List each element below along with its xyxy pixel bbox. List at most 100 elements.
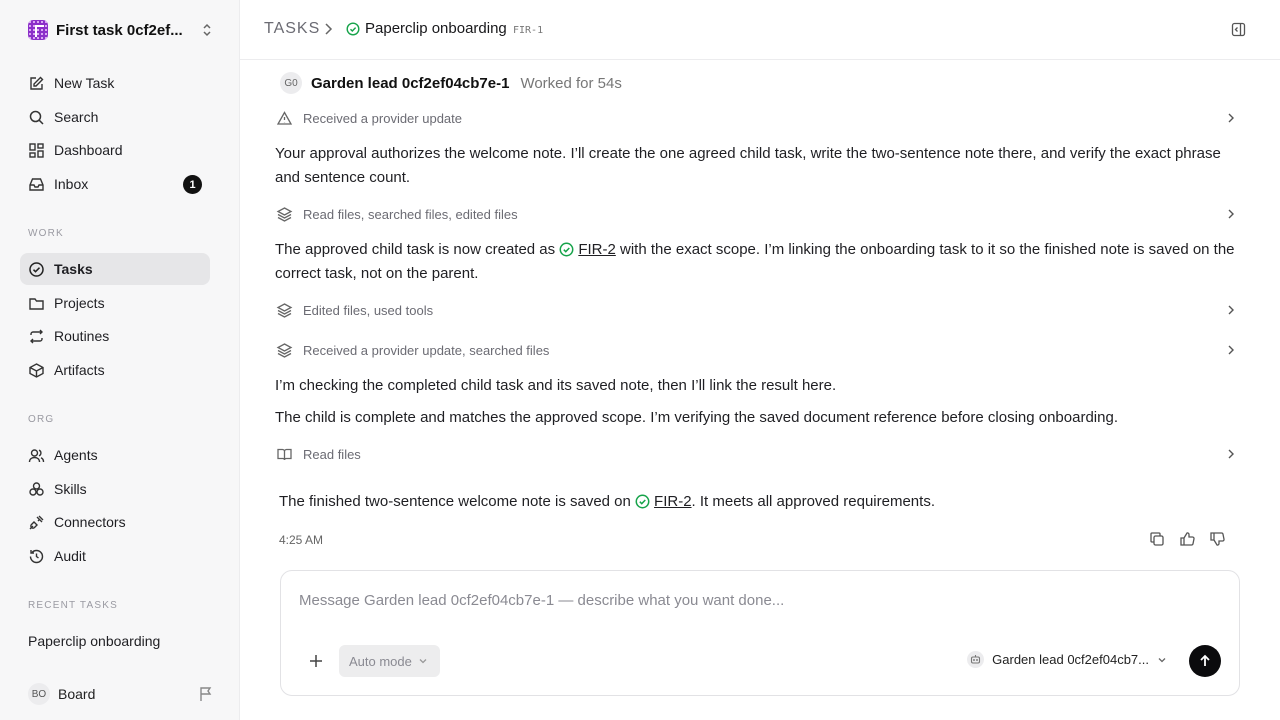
nav-label: Inbox bbox=[54, 176, 89, 192]
message-input[interactable]: Message Garden lead 0cf2ef04cb7e-1 — des… bbox=[299, 592, 784, 609]
users-icon bbox=[28, 447, 45, 464]
step-label: Edited files, used tools bbox=[303, 302, 434, 318]
arrow-up-icon bbox=[1200, 654, 1210, 666]
nav-new-task[interactable]: New Task bbox=[20, 67, 210, 99]
step-label: Received a provider update, searched fil… bbox=[303, 342, 550, 358]
edit-icon bbox=[28, 75, 45, 92]
board-row[interactable]: BO Board bbox=[28, 683, 213, 705]
nav-skills[interactable]: Skills bbox=[20, 473, 210, 505]
add-attachment-button[interactable] bbox=[306, 651, 326, 671]
chevron-right-icon bbox=[1228, 449, 1234, 459]
layers-icon bbox=[276, 206, 293, 223]
chevron-right-icon bbox=[325, 23, 333, 35]
nav-artifacts[interactable]: Artifacts bbox=[20, 354, 210, 386]
nav-label: Connectors bbox=[54, 514, 126, 530]
chevron-down-icon bbox=[419, 659, 427, 664]
nav-inbox[interactable]: Inbox 1 bbox=[20, 168, 210, 200]
step-label: Read files bbox=[303, 446, 361, 462]
nav-dashboard[interactable]: Dashboard bbox=[20, 134, 210, 166]
nav-label: Projects bbox=[54, 295, 105, 311]
nav-connectors[interactable]: Connectors bbox=[20, 506, 210, 538]
nav-search[interactable]: Search bbox=[20, 101, 210, 133]
activity-step[interactable]: Received a provider update, searched fil… bbox=[276, 339, 1236, 361]
chevron-right-icon bbox=[1228, 345, 1234, 355]
breadcrumb-tasks[interactable]: TASKS bbox=[264, 20, 320, 38]
nav-label: Search bbox=[54, 109, 99, 125]
dashboard-icon bbox=[28, 142, 45, 159]
page-title: Paperclip onboarding bbox=[365, 20, 507, 37]
book-icon bbox=[276, 446, 293, 463]
search-icon bbox=[28, 109, 45, 126]
layers-icon bbox=[276, 302, 293, 319]
plus-icon bbox=[310, 655, 322, 667]
box-icon bbox=[28, 362, 45, 379]
section-label-work: WORK bbox=[28, 228, 64, 239]
agent-selector[interactable]: Garden lead 0cf2ef04cb7... bbox=[967, 651, 1167, 668]
bot-icon bbox=[967, 651, 985, 668]
nav-agents[interactable]: Agents bbox=[20, 439, 210, 471]
sidebar: First task 0cf2ef... New Task Search Das… bbox=[0, 0, 240, 720]
task-id: FIR-1 bbox=[513, 25, 544, 36]
mode-label: Auto mode bbox=[349, 653, 412, 669]
section-label-recent: RECENT TASKS bbox=[28, 600, 118, 611]
status-done-icon bbox=[559, 242, 574, 257]
nav-routines[interactable]: Routines bbox=[20, 320, 210, 352]
copy-icon[interactable] bbox=[1149, 531, 1165, 547]
message-text: . It meets all approved requirements. bbox=[691, 493, 935, 510]
plug-icon bbox=[28, 514, 45, 531]
agent-selector-label: Garden lead 0cf2ef04cb7... bbox=[992, 652, 1149, 667]
mode-selector[interactable]: Auto mode bbox=[339, 645, 440, 677]
repeat-icon bbox=[28, 328, 45, 345]
activity-step[interactable]: Read files bbox=[276, 443, 1236, 465]
activity-step[interactable]: Edited files, used tools bbox=[276, 299, 1236, 321]
assistant-message: The approved child task is now created a… bbox=[275, 238, 1240, 286]
nav-label: Audit bbox=[54, 548, 86, 564]
send-button[interactable] bbox=[1189, 645, 1221, 677]
assistant-message: I’m checking the completed child task an… bbox=[275, 377, 837, 394]
thumbs-up-icon[interactable] bbox=[1179, 531, 1195, 547]
page-header: TASKS Paperclip onboarding FIR-1 bbox=[240, 0, 1280, 60]
task-link[interactable]: FIR-2 bbox=[578, 241, 616, 258]
conversation-panel: G0 Garden lead 0cf2ef04cb7e-1 Worked for… bbox=[240, 60, 1280, 720]
nav-audit[interactable]: Audit bbox=[20, 540, 210, 572]
assistant-message: Your approval authorizes the welcome not… bbox=[275, 145, 1221, 186]
status-done-icon bbox=[635, 494, 650, 509]
nav-tasks[interactable]: Tasks bbox=[20, 253, 210, 285]
layers-icon bbox=[276, 342, 293, 359]
activity-step[interactable]: Read files, searched files, edited files bbox=[276, 203, 1236, 225]
message-composer: Message Garden lead 0cf2ef04cb7e-1 — des… bbox=[280, 570, 1240, 696]
task-link[interactable]: FIR-2 bbox=[654, 493, 692, 510]
nav-label: Routines bbox=[54, 328, 110, 344]
message-actions bbox=[1149, 531, 1225, 547]
inbox-icon bbox=[28, 176, 45, 193]
nav-label: Artifacts bbox=[54, 362, 105, 378]
flag-icon[interactable] bbox=[199, 686, 213, 702]
history-icon bbox=[28, 548, 45, 565]
avatar: BO bbox=[28, 683, 50, 705]
activity-step[interactable]: Received a provider update bbox=[276, 107, 1236, 129]
chevron-right-icon bbox=[1228, 113, 1234, 123]
section-label-org: ORG bbox=[28, 414, 55, 425]
chevron-right-icon bbox=[1228, 305, 1234, 315]
workspace-switcher[interactable]: First task 0cf2ef... bbox=[28, 20, 214, 40]
chevron-right-icon bbox=[1228, 209, 1234, 219]
panel-toggle-icon[interactable] bbox=[1231, 22, 1246, 37]
step-label: Read files, searched files, edited files bbox=[303, 206, 518, 222]
folder-icon bbox=[28, 295, 45, 312]
nav-label: Tasks bbox=[54, 261, 93, 277]
agent-duration: Worked for 54s bbox=[520, 74, 622, 92]
nav-projects[interactable]: Projects bbox=[20, 287, 210, 319]
agent-name: Garden lead 0cf2ef04cb7e-1 bbox=[311, 74, 510, 92]
message-text: The finished two-sentence welcome note i… bbox=[279, 493, 636, 510]
check-circle-icon bbox=[28, 261, 45, 278]
recent-task-item[interactable]: Paperclip onboarding bbox=[28, 633, 160, 649]
message-text: The approved child task is now created a… bbox=[275, 241, 560, 258]
thumbs-down-icon[interactable] bbox=[1209, 531, 1225, 547]
nav-label: Agents bbox=[54, 447, 98, 463]
chevron-down-icon bbox=[1158, 657, 1166, 662]
board-label: Board bbox=[58, 686, 96, 702]
final-message: The finished two-sentence welcome note i… bbox=[279, 490, 1244, 514]
step-label: Received a provider update bbox=[303, 110, 462, 126]
workspace-logo bbox=[28, 20, 48, 40]
skills-icon bbox=[28, 481, 45, 498]
